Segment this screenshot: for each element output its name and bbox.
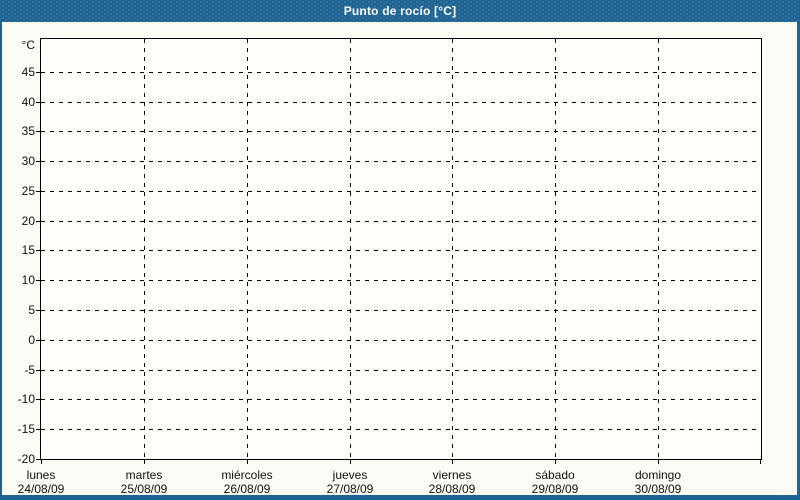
h-gridline <box>41 370 761 371</box>
x-axis-tick <box>144 459 145 464</box>
x-day-label: lunes 24/08/09 <box>0 468 96 496</box>
y-tick-label: -15 <box>17 422 35 436</box>
v-gridline <box>555 39 556 459</box>
y-tick-label: -5 <box>24 363 35 377</box>
day-name-label: jueves <box>332 468 368 482</box>
y-tick-label: -10 <box>17 392 35 406</box>
y-axis-tick <box>36 429 41 430</box>
day-name-label: viernes <box>432 468 472 482</box>
y-axis-tick <box>36 72 41 73</box>
y-tick-label: 5 <box>28 303 35 317</box>
v-gridline <box>452 39 453 459</box>
h-gridline <box>41 131 761 132</box>
day-name-label: domingo <box>634 468 682 482</box>
h-gridline <box>41 340 761 341</box>
h-gridline <box>41 310 761 311</box>
y-tick-label: 35 <box>21 124 35 138</box>
day-name-label: lunes <box>26 468 56 482</box>
y-axis-unit-label: °C <box>21 38 35 52</box>
day-name-label: miércoles <box>221 468 273 482</box>
y-tick-label: 0 <box>28 333 35 347</box>
x-day-label: jueves 27/08/09 <box>295 468 405 496</box>
x-axis-tick <box>452 459 453 464</box>
page-title: Punto de rocío [°C] <box>343 4 457 18</box>
x-day-label: domingo 30/08/09 <box>603 468 713 496</box>
day-date-label: 30/08/09 <box>634 482 682 496</box>
h-gridline <box>41 280 761 281</box>
h-gridline <box>41 102 761 103</box>
y-tick-label: 45 <box>21 65 35 79</box>
y-axis-tick <box>36 370 41 371</box>
day-date-label: 29/08/09 <box>531 482 579 496</box>
y-axis-tick <box>36 280 41 281</box>
day-date-label: 26/08/09 <box>223 482 271 496</box>
h-gridline <box>41 250 761 251</box>
day-date-label: 25/08/09 <box>120 482 168 496</box>
h-gridline <box>41 399 761 400</box>
y-tick-label: 40 <box>21 95 35 109</box>
v-gridline <box>144 39 145 459</box>
v-gridline <box>350 39 351 459</box>
y-tick-label: 25 <box>21 184 35 198</box>
chart-canvas: °C 45 40 35 30 25 20 15 10 5 0 -5 -10 -15 -20 lunes 24/… <box>2 22 797 496</box>
x-axis-tick <box>760 459 761 464</box>
y-axis-tick <box>36 310 41 311</box>
title-bar: Punto de rocío [°C] <box>0 0 800 22</box>
y-axis-tick <box>36 340 41 341</box>
x-day-label: viernes 28/08/09 <box>397 468 507 496</box>
y-axis-tick <box>36 131 41 132</box>
x-day-label: sábado 29/08/09 <box>500 468 610 496</box>
plot-area: °C 45 40 35 30 25 20 15 10 5 0 -5 -10 -15 -20 lunes 24/… <box>18 38 762 496</box>
y-axis-tick <box>36 191 41 192</box>
y-tick-label: 30 <box>21 154 35 168</box>
y-axis-tick <box>36 399 41 400</box>
h-gridline <box>41 161 761 162</box>
day-name-label: martes <box>125 468 163 482</box>
h-gridline <box>41 191 761 192</box>
chart-window: Punto de rocío [°C] °C 45 40 35 30 25 20 15 10 5… <box>0 0 800 500</box>
y-axis-tick <box>36 102 41 103</box>
day-date-label: 28/08/09 <box>428 482 476 496</box>
y-axis-tick <box>36 221 41 222</box>
y-axis-tick <box>36 161 41 162</box>
h-gridline <box>41 429 761 430</box>
x-axis-tick <box>555 459 556 464</box>
x-axis-tick <box>41 459 42 464</box>
y-axis-tick <box>36 250 41 251</box>
day-date-label: 24/08/09 <box>17 482 65 496</box>
y-tick-label: 10 <box>21 273 35 287</box>
x-axis-tick <box>350 459 351 464</box>
v-gridline <box>247 39 248 459</box>
x-axis-tick <box>658 459 659 464</box>
x-axis-tick <box>247 459 248 464</box>
x-day-label: martes 25/08/09 <box>89 468 199 496</box>
h-gridline <box>41 72 761 73</box>
h-gridline <box>41 221 761 222</box>
day-name-label: sábado <box>535 468 575 482</box>
v-gridline <box>658 39 659 459</box>
x-day-label: miércoles 26/08/09 <box>192 468 302 496</box>
y-tick-label: 15 <box>21 243 35 257</box>
y-tick-label: 20 <box>21 214 35 228</box>
day-date-label: 27/08/09 <box>326 482 374 496</box>
y-tick-label: -20 <box>17 452 35 466</box>
